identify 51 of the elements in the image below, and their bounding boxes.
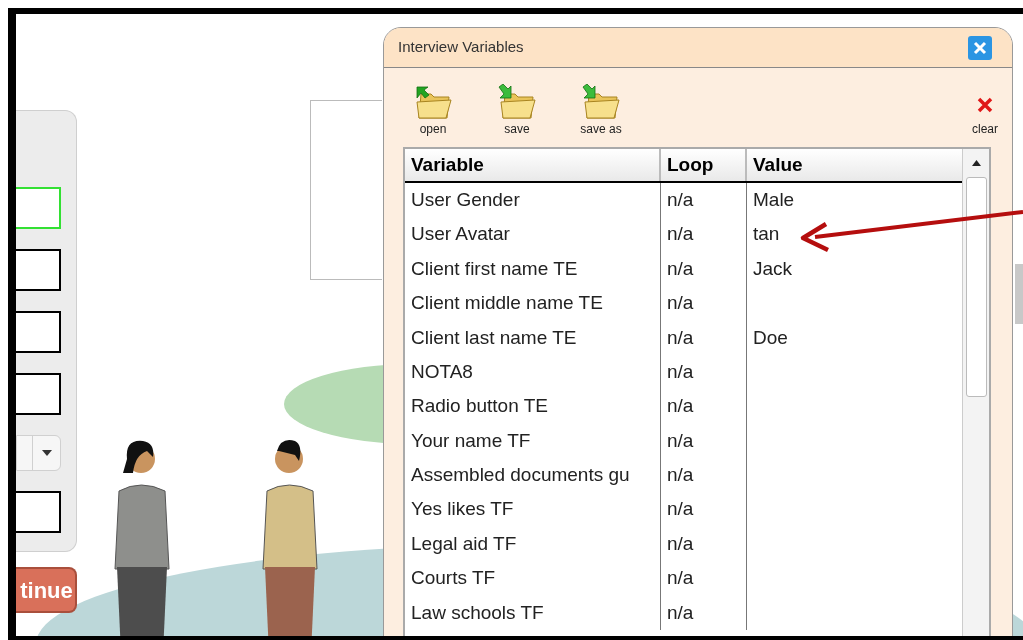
table-cell-text: Client first name TE [411,256,578,281]
table-cell-text: n/a [667,394,694,419]
table-cell-text: Legal aid TF [411,531,517,556]
close-icon [976,96,994,114]
folder-save-icon [581,84,621,120]
input-field[interactable] [16,491,61,533]
table-cell-text: n/a [667,497,694,522]
table-cell-text: n/a [667,566,694,591]
table-cell-text: User Avatar [411,222,510,247]
table-cell-text: n/a [667,256,694,281]
dropdown-field[interactable] [16,435,61,471]
table-cell-text: Courts TF [411,566,496,591]
table-cell-text: tan [753,222,780,247]
table-cell-text: Radio button TE [411,394,548,419]
table-cell-text: Assembled documents gu [411,463,630,488]
table-cell-text: n/a [667,359,694,384]
close-icon [973,40,987,55]
input-field[interactable] [16,249,61,291]
table-cell-text: n/a [667,187,694,212]
table-cell-text: NOTA8 [411,359,473,384]
table-cell-text: Client last name TE [411,325,577,350]
table-cell-text: Law schools TF [411,600,544,625]
toolbar-button[interactable]: open [406,84,460,138]
clear-button[interactable]: clear [972,96,998,138]
column-header[interactable]: Value [747,149,962,181]
toolbar-button[interactable]: save as [574,84,628,138]
close-button[interactable] [968,35,992,60]
folder-save-icon [497,84,537,120]
table-cell-text: n/a [667,291,694,316]
window-title: Interview Variables [398,37,524,58]
table-cell-text: Your name TF [411,428,531,453]
table-cell-text: n/a [667,600,694,625]
table-cell-text: n/a [667,325,694,350]
input-field[interactable] [16,311,61,353]
scrollbar-drawing [1015,264,1023,324]
table-cell-text: Male [753,187,795,212]
table-cell-text: Client middle name TE [411,291,603,316]
table-cell-text: n/a [667,463,694,488]
folder-open-icon [413,84,453,120]
caret-icon [41,450,52,456]
column-header[interactable]: Loop [661,149,747,181]
table-cell-text: n/a [667,531,694,556]
table-cell-text: Jack [753,256,793,281]
column-header[interactable]: Variable [405,149,661,181]
input-field[interactable] [16,373,61,415]
table-cell-text: Yes likes TF [411,497,514,522]
table-cell-text: n/a [667,428,694,453]
table-cell-text: Doe [753,325,788,350]
table-cell-text: n/a [667,222,694,247]
table-cell-text: User Gender [411,187,520,212]
toolbar-button[interactable]: save [490,84,544,138]
